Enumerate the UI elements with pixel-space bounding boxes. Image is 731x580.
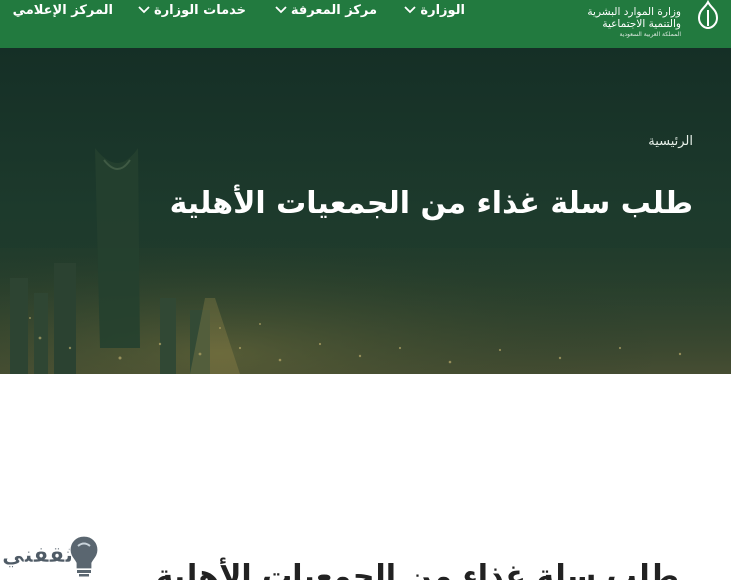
- breadcrumb-home-link[interactable]: الرئيسية: [648, 134, 693, 149]
- nav-item-knowledge-center[interactable]: مركز المعرفة: [275, 0, 377, 20]
- nav-item-label: خدمات الوزارة: [154, 2, 246, 18]
- nav-item-media-center[interactable]: المركز الإعلامي: [13, 0, 113, 20]
- nav-item-label: المركز الإعلامي: [12, 2, 113, 18]
- logo-country-line: المملكة العربية السعودية: [619, 31, 681, 38]
- nav-item-label: الوزارة: [420, 2, 465, 18]
- lightbulb-icon: [69, 535, 99, 577]
- top-navigation-bar: وزارة الموارد البشرية والتنمية الاجتماعي…: [0, 0, 731, 48]
- chevron-down-icon: [275, 6, 287, 14]
- article-heading: طلب سلة غذاء من الجمعيات الأهلية: [155, 559, 679, 580]
- logo-title-line2: والتنمية الاجتماعية: [602, 18, 681, 30]
- nav-item-ministry-services[interactable]: خدمات الوزارة: [138, 0, 246, 20]
- nav-item-label: مركز المعرفة: [290, 2, 377, 18]
- page-title: طلب سلة غذاء من الجمعيات الأهلية: [169, 186, 693, 221]
- chevron-down-icon: [404, 6, 417, 14]
- chevron-down-icon: [138, 6, 150, 14]
- logo-title-line1: وزارة الموارد البشرية: [587, 6, 681, 18]
- ministry-logo[interactable]: وزارة الموارد البشرية والتنمية الاجتماعي…: [587, 0, 719, 46]
- ministry-emblem-icon: [697, 0, 719, 30]
- watermark-text: ثقفني: [2, 543, 74, 569]
- site-watermark-logo: ثقفني: [2, 531, 106, 580]
- nav-item-ministry[interactable]: الوزارة: [404, 0, 465, 20]
- hero-banner: الرئيسية طلب سلة غذاء من الجمعيات الأهلي…: [0, 48, 731, 374]
